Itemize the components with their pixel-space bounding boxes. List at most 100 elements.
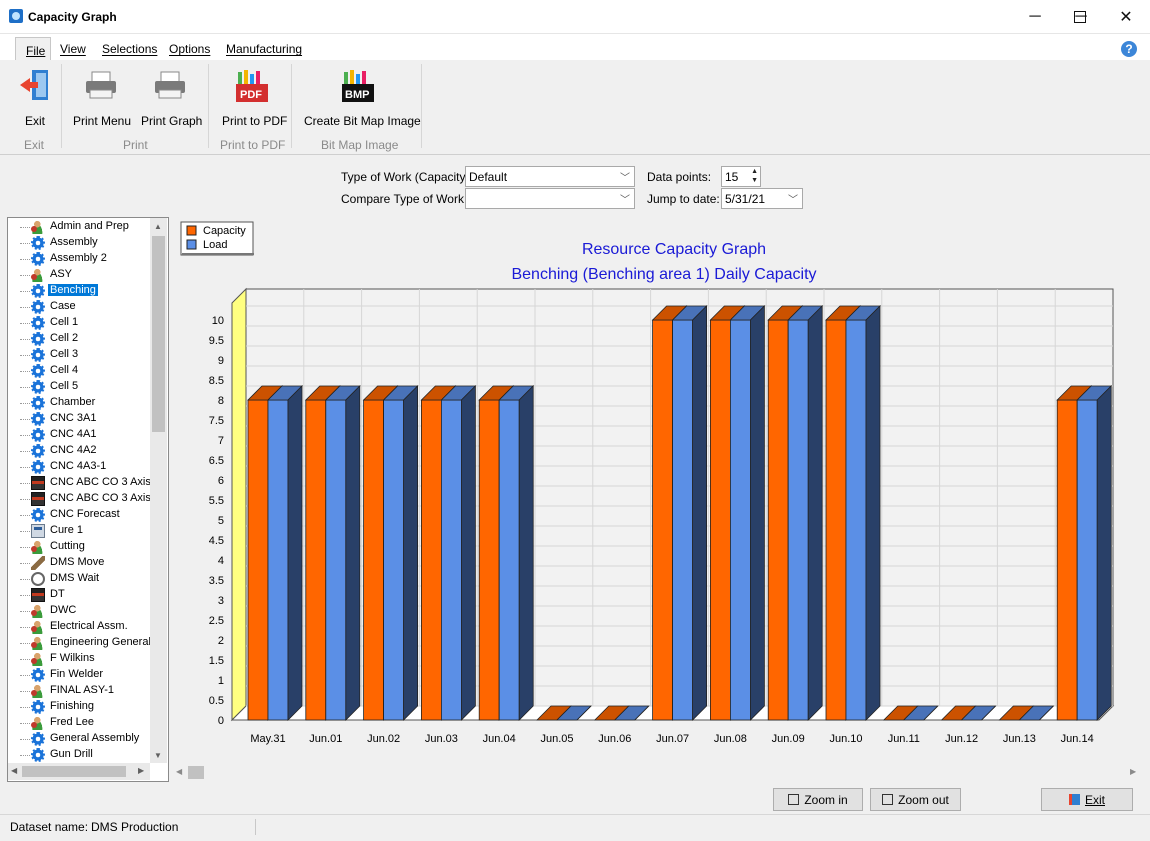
bar-load[interactable] bbox=[325, 399, 347, 721]
chart-scroll-thumb[interactable] bbox=[188, 766, 204, 779]
tree-horizontal-scrollbar[interactable]: ◀ ▶ bbox=[8, 763, 150, 780]
bar-capacity[interactable] bbox=[825, 319, 847, 721]
tree-item[interactable]: DMS Wait bbox=[8, 571, 153, 587]
create-bitmap-button[interactable]: BMP Create Bit Map Image bbox=[300, 66, 421, 128]
bar-capacity[interactable] bbox=[767, 319, 789, 721]
scroll-right-icon[interactable]: ▶ bbox=[1130, 767, 1136, 776]
tree-item[interactable]: F Wilkins bbox=[8, 651, 153, 667]
tree-item[interactable]: Cell 1 bbox=[8, 315, 153, 331]
bar-capacity[interactable] bbox=[652, 319, 674, 721]
tree-connector bbox=[20, 339, 30, 340]
tree-item[interactable]: CNC ABC CO 3 Axis bbox=[8, 475, 153, 491]
type-of-work-select[interactable]: Default ﹀ bbox=[465, 166, 635, 187]
chart-horizontal-scrollbar[interactable]: ◀ ▶ bbox=[172, 764, 1142, 781]
tree-item[interactable]: Cure 1 bbox=[8, 523, 153, 539]
close-button[interactable]: ✕ bbox=[1103, 0, 1149, 33]
y-tick-label: 9 bbox=[218, 355, 224, 367]
tree-item[interactable]: CNC 4A3-1 bbox=[8, 459, 153, 475]
tree-item[interactable]: Finishing bbox=[8, 699, 153, 715]
tree-item[interactable]: Case bbox=[8, 299, 153, 315]
menu-file[interactable]: File bbox=[15, 37, 51, 61]
bar-capacity[interactable] bbox=[363, 399, 385, 721]
y-tick-label: 1 bbox=[218, 675, 224, 687]
zoom-out-button[interactable]: Zoom out bbox=[870, 788, 961, 811]
print-menu-button[interactable]: Print Menu bbox=[70, 66, 132, 128]
menu-manufacturing[interactable]: Manufacturing bbox=[226, 42, 302, 56]
tree-item[interactable]: Cell 5 bbox=[8, 379, 153, 395]
menu-options[interactable]: Options bbox=[169, 42, 210, 56]
tree-item[interactable]: DT bbox=[8, 587, 153, 603]
tree-scroll-thumb[interactable] bbox=[152, 236, 165, 432]
tree-item[interactable]: Admin and Prep bbox=[8, 219, 153, 235]
exit-button[interactable]: Exit bbox=[1041, 788, 1133, 811]
tree-item[interactable]: FINAL ASY-1 bbox=[8, 683, 153, 699]
bar-load[interactable] bbox=[672, 319, 694, 721]
jump-to-date-picker[interactable]: 5/31/21 ﹀ bbox=[721, 188, 803, 209]
tree-item[interactable]: Cutting bbox=[8, 539, 153, 555]
tree-item[interactable]: Gun Drill bbox=[8, 747, 153, 763]
print-to-pdf-button[interactable]: PDF Print to PDF bbox=[218, 66, 287, 128]
bar-load[interactable] bbox=[383, 399, 405, 721]
bar-load[interactable] bbox=[440, 399, 462, 721]
scroll-up-icon[interactable]: ▲ bbox=[154, 222, 162, 231]
bar-load[interactable] bbox=[498, 399, 520, 721]
resource-tree[interactable]: Admin and Prep Assembly Assembly 2 ASY Bench… bbox=[7, 217, 169, 782]
ribbon-exit-button[interactable]: Exit bbox=[14, 66, 56, 128]
bar-capacity[interactable] bbox=[420, 399, 442, 721]
tree-item[interactable]: Assembly 2 bbox=[8, 251, 153, 267]
tree-connector bbox=[20, 579, 30, 580]
gear-icon bbox=[31, 412, 45, 426]
bar-load[interactable] bbox=[730, 319, 751, 721]
bar-capacity[interactable] bbox=[305, 399, 327, 721]
minimize-button-area[interactable]: ─ bbox=[1012, 0, 1058, 33]
tree-connector bbox=[20, 547, 30, 548]
bar-load[interactable] bbox=[267, 399, 289, 721]
bar-load[interactable] bbox=[1076, 399, 1098, 721]
bar-capacity[interactable] bbox=[710, 319, 731, 721]
data-points-stepper[interactable]: 15 ▲ ▼ bbox=[721, 166, 761, 187]
help-icon[interactable]: ? bbox=[1121, 41, 1137, 57]
bar-side-load bbox=[692, 305, 707, 721]
tree-item[interactable]: Cell 4 bbox=[8, 363, 153, 379]
tree-item[interactable]: ASY bbox=[8, 267, 153, 283]
spin-arrows-icon[interactable]: ▲ ▼ bbox=[751, 167, 758, 185]
tree-item[interactable]: Cell 2 bbox=[8, 331, 153, 347]
tree-item[interactable]: General Assembly bbox=[8, 731, 153, 747]
scroll-left-icon[interactable]: ◀ bbox=[176, 767, 182, 776]
tree-item[interactable]: Fred Lee bbox=[8, 715, 153, 731]
bar-capacity[interactable] bbox=[478, 399, 500, 721]
bar-capacity[interactable] bbox=[247, 399, 269, 721]
tree-item[interactable]: Engineering General bbox=[8, 635, 153, 651]
tree-item[interactable]: Electrical Assm. bbox=[8, 619, 153, 635]
tree-item[interactable]: DMS Move bbox=[8, 555, 153, 571]
scroll-down-icon[interactable]: ▼ bbox=[154, 751, 162, 760]
menu-view[interactable]: View bbox=[60, 42, 86, 56]
tree-item[interactable]: Cell 3 bbox=[8, 347, 153, 363]
print-graph-button[interactable]: Print Graph bbox=[138, 66, 202, 128]
tree-vertical-scrollbar[interactable]: ▲ ▼ bbox=[150, 218, 167, 763]
zoom-in-button[interactable]: Zoom in bbox=[773, 788, 863, 811]
tree-item[interactable]: Assembly bbox=[8, 235, 153, 251]
bar-load[interactable] bbox=[787, 319, 809, 721]
tree-item[interactable]: CNC 4A2 bbox=[8, 443, 153, 459]
tree-item[interactable]: CNC ABC CO 3 Axis bbox=[8, 491, 153, 507]
tree-item[interactable]: Benching bbox=[8, 283, 153, 299]
tree-connector bbox=[20, 467, 30, 468]
tree-item[interactable]: CNC Forecast bbox=[8, 507, 153, 523]
tree-hscroll-thumb[interactable] bbox=[22, 766, 126, 777]
scroll-left-icon[interactable]: ◀ bbox=[11, 766, 17, 775]
tree-item[interactable]: DWC bbox=[8, 603, 153, 619]
tree-item[interactable]: Fin Welder bbox=[8, 667, 153, 683]
print-menu-label: Print Menu bbox=[73, 114, 132, 128]
tree-item[interactable]: CNC 4A1 bbox=[8, 427, 153, 443]
compare-type-select[interactable]: ﹀ bbox=[465, 188, 635, 209]
tree-item[interactable]: Chamber bbox=[8, 395, 153, 411]
tree-item[interactable]: CNC 3A1 bbox=[8, 411, 153, 427]
bar-capacity[interactable] bbox=[1056, 399, 1078, 721]
y-tick-label: 3 bbox=[218, 595, 224, 607]
y-tick-label: 6 bbox=[218, 475, 224, 487]
scroll-right-icon[interactable]: ▶ bbox=[138, 766, 144, 775]
bar-load[interactable] bbox=[845, 319, 867, 721]
maximize-button-area[interactable] bbox=[1057, 0, 1103, 33]
menu-selections[interactable]: Selections bbox=[102, 42, 157, 56]
